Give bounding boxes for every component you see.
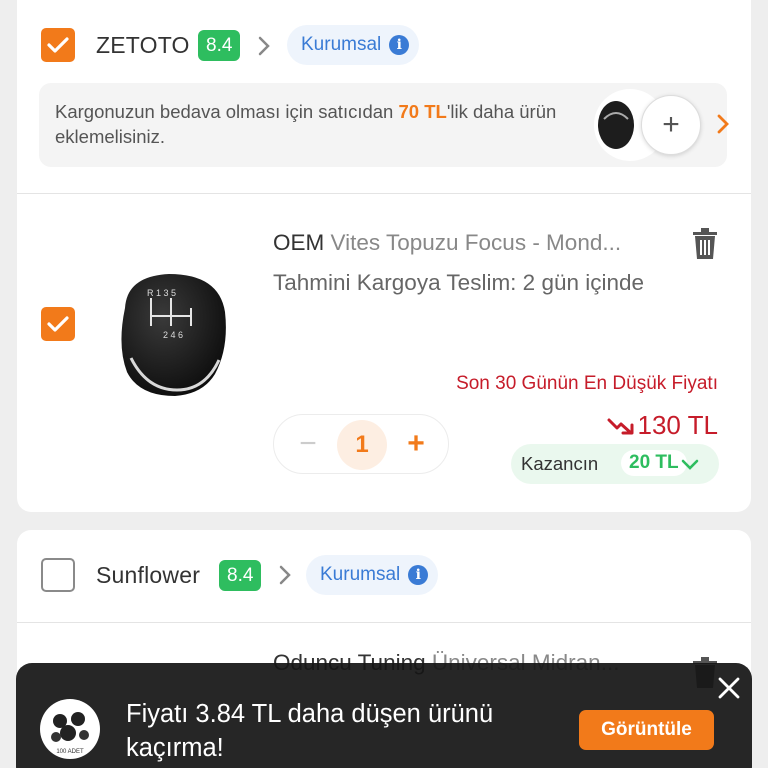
divider — [17, 193, 751, 194]
price-drop-toast[interactable]: 100 ADET Fiyatı 3.84 TL daha düşen ürünü… — [16, 663, 752, 768]
plus-icon: + — [662, 108, 680, 141]
toast-message: Fiyatı 3.84 TL daha düşen ürünü kaçırma! — [126, 700, 494, 762]
cargo-amount: 70 TL — [398, 101, 447, 122]
check-icon — [47, 37, 69, 53]
info-icon[interactable]: i — [389, 35, 410, 55]
corporate-badge[interactable]: Kurumsal i — [287, 25, 420, 65]
product-name: Vites Topuzu Focus - Mond... — [330, 230, 622, 255]
decrease-quantity-button[interactable]: − — [294, 427, 322, 461]
free-cargo-notice[interactable]: Kargonuzun bedava olması için satıcıdan … — [39, 83, 730, 167]
increase-quantity-button[interactable]: + — [402, 427, 430, 461]
divider — [17, 622, 751, 623]
savings-value: 20 TL — [621, 450, 687, 476]
seller-checkbox[interactable] — [41, 558, 75, 592]
seller-rating-badge: 8.4 — [219, 560, 262, 591]
corporate-badge-label: Kurumsal — [301, 34, 382, 55]
trend-down-icon — [607, 418, 634, 435]
add-product-button[interactable]: + — [641, 95, 701, 155]
corporate-badge-label: Kurumsal — [320, 564, 401, 585]
svg-text:R 1 3 5: R 1 3 5 — [147, 288, 176, 298]
view-button[interactable]: Görüntüle — [579, 710, 714, 750]
savings-label: Kazancın — [521, 453, 599, 474]
savings-badge[interactable]: Kazancın 20 TL — [511, 444, 719, 484]
corporate-badge[interactable]: Kurumsal i — [306, 555, 439, 595]
product-brand: OEM — [273, 230, 325, 255]
chevron-down-icon — [681, 459, 699, 470]
product-checkbox[interactable] — [41, 307, 75, 341]
quantity-stepper: − 1 + — [273, 414, 449, 474]
delivery-estimate: Tahmini Kargoya Teslim: 2 gün içinde — [273, 270, 645, 295]
info-icon[interactable]: i — [408, 565, 429, 585]
check-icon — [47, 316, 69, 332]
seller-checkbox[interactable] — [41, 28, 75, 62]
product-image[interactable]: R 1 3 5 2 4 6 — [107, 268, 237, 408]
quantity-value: 1 — [337, 420, 387, 470]
toast-product-avatar: 100 ADET — [40, 699, 100, 759]
seller-card-zetoto: ZETOTO 8.4 Kurumsal i Kargonuzun bedava … — [17, 0, 751, 512]
seller-name[interactable]: Sunflower — [96, 562, 200, 589]
gear-knob-icon: R 1 3 5 2 4 6 — [121, 274, 226, 396]
free-cargo-text: Kargonuzun bedava olması için satıcıdan … — [55, 99, 585, 149]
seller-name[interactable]: ZETOTO — [96, 32, 190, 59]
chevron-right-icon[interactable] — [257, 36, 271, 56]
trash-icon[interactable] — [693, 228, 717, 260]
product-thumbnail-icon: 100 ADET — [51, 712, 89, 755]
chevron-right-icon[interactable] — [278, 565, 292, 585]
svg-text:2 4 6: 2 4 6 — [163, 330, 183, 340]
seller-rating-badge: 8.4 — [198, 30, 241, 61]
avatar-caption: 100 ADET — [56, 749, 84, 755]
chevron-right-icon[interactable] — [716, 113, 730, 135]
product-price: 130 TL — [637, 410, 718, 440]
cargo-text-prefix: Kargonuzun bedava olması için satıcıdan — [55, 101, 399, 122]
product-title[interactable]: OEM Vites Topuzu Focus - Mond... — [273, 230, 673, 256]
close-icon[interactable] — [716, 675, 742, 701]
lowest-price-label: Son 30 Günün En Düşük Fiyatı — [456, 373, 718, 394]
